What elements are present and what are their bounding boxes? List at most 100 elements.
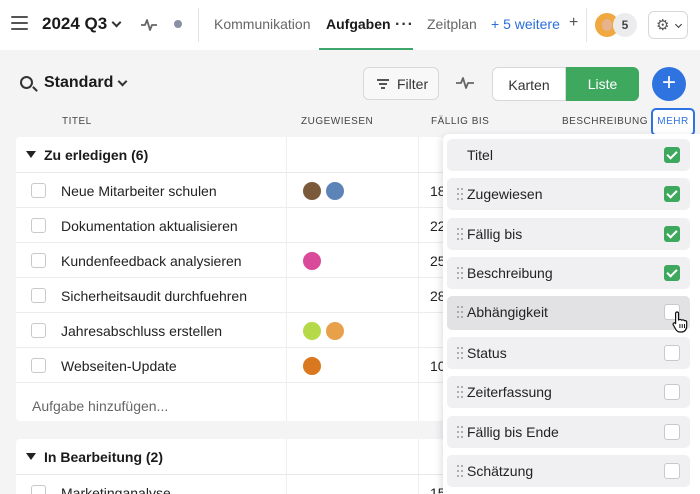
- task-checkbox[interactable]: [31, 288, 46, 303]
- task-checkbox[interactable]: [31, 253, 46, 268]
- column-option-label: Schätzung: [467, 463, 534, 479]
- grip-icon[interactable]: [457, 386, 463, 398]
- settings-button[interactable]: ⚙: [648, 11, 688, 39]
- table-row[interactable]: Sicherheitsaudit durchfuehren 28: [16, 278, 444, 313]
- task-checkbox[interactable]: [31, 323, 46, 338]
- tab-aufgaben[interactable]: Aufgaben: [326, 16, 391, 32]
- member-count-badge[interactable]: 5: [613, 13, 637, 37]
- activity-icon[interactable]: [455, 75, 475, 91]
- filter-button[interactable]: Filter: [363, 67, 439, 100]
- column-header-title[interactable]: TITEL: [62, 116, 92, 127]
- task-group-in-progress: In Bearbeitung (2) Marketinganalyse 15: [16, 439, 444, 494]
- avatar[interactable]: [302, 251, 322, 271]
- add-task-button[interactable]: +: [652, 67, 686, 101]
- column-option-estimate[interactable]: Schätzung: [447, 455, 690, 487]
- avatar[interactable]: [325, 181, 345, 201]
- grip-icon[interactable]: [457, 426, 463, 438]
- more-columns-button[interactable]: MEHR: [651, 108, 695, 136]
- group-title: Zu erledigen (6): [44, 147, 149, 163]
- column-option-label: Zeiterfassung: [467, 384, 552, 400]
- column-option-description[interactable]: Beschreibung: [447, 257, 690, 289]
- column-header-assigned[interactable]: ZUGEWIESEN: [301, 116, 373, 127]
- column-option-due-end[interactable]: Fällig bis Ende: [447, 416, 690, 448]
- table-row[interactable]: Kundenfeedback analysieren 25: [16, 243, 444, 278]
- column-options-menu: Titel Zugewiesen Fällig bis Beschreibung…: [443, 134, 700, 494]
- group-title: In Bearbeitung (2): [44, 449, 164, 465]
- chevron-down-icon[interactable]: [111, 17, 122, 28]
- task-checkbox[interactable]: [31, 485, 46, 494]
- column-option-time-tracking[interactable]: Zeiterfassung: [447, 376, 690, 408]
- grip-icon[interactable]: [457, 188, 463, 200]
- tab-kommunikation[interactable]: Kommunikation: [214, 16, 311, 32]
- column-option-label: Zugewiesen: [467, 186, 543, 202]
- grip-icon[interactable]: [457, 267, 463, 279]
- group-header[interactable]: Zu erledigen (6): [16, 137, 444, 173]
- project-title[interactable]: 2024 Q3: [42, 14, 107, 34]
- tab-zeitplan[interactable]: Zeitplan: [427, 16, 477, 32]
- column-option-checkbox[interactable]: [664, 424, 680, 440]
- more-tabs-link[interactable]: + 5 weitere: [491, 16, 560, 32]
- task-checkbox[interactable]: [31, 218, 46, 233]
- add-task-link[interactable]: Aufgabe hinzufügen...: [32, 398, 168, 414]
- column-header-due[interactable]: FÄLLIG BIS: [431, 116, 489, 127]
- task-checkbox[interactable]: [31, 358, 46, 373]
- table-row[interactable]: Webseiten-Update 10: [16, 348, 444, 383]
- task-title[interactable]: Kundenfeedback analysieren: [61, 253, 242, 269]
- tab-options-icon[interactable]: ···: [395, 16, 414, 34]
- collapse-triangle-icon[interactable]: [26, 453, 36, 460]
- view-list-button[interactable]: Liste: [566, 67, 639, 101]
- status-dot-icon: [174, 20, 182, 28]
- task-title[interactable]: Dokumentation aktualisieren: [61, 218, 238, 234]
- add-tab-icon[interactable]: +: [569, 14, 578, 32]
- view-title[interactable]: Standard: [44, 74, 113, 92]
- chevron-down-icon[interactable]: [117, 76, 128, 87]
- chevron-down-icon: [674, 20, 683, 29]
- column-option-checkbox[interactable]: [664, 226, 680, 242]
- grip-icon[interactable]: [457, 347, 463, 359]
- avatar[interactable]: [302, 321, 322, 341]
- activity-icon[interactable]: [140, 17, 158, 33]
- task-title[interactable]: Neue Mitarbeiter schulen: [61, 183, 217, 199]
- grip-icon[interactable]: [457, 228, 463, 240]
- column-option-checkbox[interactable]: [664, 265, 680, 281]
- task-due-date[interactable]: 25: [430, 253, 444, 269]
- task-checkbox[interactable]: [31, 183, 46, 198]
- column-option-checkbox[interactable]: [664, 463, 680, 479]
- divider: [586, 8, 587, 42]
- avatar[interactable]: [302, 181, 322, 201]
- menu-icon[interactable]: [11, 16, 28, 30]
- task-due-date[interactable]: 22: [430, 218, 444, 234]
- grip-icon[interactable]: [457, 465, 463, 477]
- task-title[interactable]: Sicherheitsaudit durchfuehren: [61, 288, 247, 304]
- task-title[interactable]: Marketinganalyse: [61, 485, 171, 494]
- grip-icon[interactable]: [457, 306, 463, 318]
- task-due-date[interactable]: 10: [430, 358, 444, 374]
- task-title[interactable]: Jahresabschluss erstellen: [61, 323, 222, 339]
- group-header[interactable]: In Bearbeitung (2): [16, 439, 444, 475]
- table-row[interactable]: Neue Mitarbeiter schulen 18: [16, 173, 444, 208]
- column-option-due[interactable]: Fällig bis: [447, 218, 690, 250]
- task-due-date[interactable]: 28: [430, 288, 444, 304]
- column-option-status[interactable]: Status: [447, 337, 690, 369]
- task-due-date[interactable]: 15: [430, 485, 444, 494]
- table-row[interactable]: Jahresabschluss erstellen: [16, 313, 444, 348]
- collapse-triangle-icon[interactable]: [26, 151, 36, 158]
- column-option-checkbox[interactable]: [664, 147, 680, 163]
- column-option-assigned[interactable]: Zugewiesen: [447, 178, 690, 210]
- column-option-checkbox[interactable]: [664, 345, 680, 361]
- table-row[interactable]: Marketinganalyse 15: [16, 475, 444, 494]
- column-option-checkbox[interactable]: [664, 186, 680, 202]
- view-cards-button[interactable]: Karten: [492, 67, 566, 101]
- column-option-dependency[interactable]: Abhängigkeit: [447, 296, 690, 330]
- avatar[interactable]: [302, 356, 322, 376]
- avatar[interactable]: [325, 321, 345, 341]
- add-task-row[interactable]: Aufgabe hinzufügen...: [16, 383, 444, 421]
- column-option-title[interactable]: Titel: [447, 139, 690, 171]
- task-title[interactable]: Webseiten-Update: [61, 358, 177, 374]
- table-row[interactable]: Dokumentation aktualisieren 22: [16, 208, 444, 243]
- column-option-label: Fällig bis Ende: [467, 424, 559, 440]
- column-option-checkbox[interactable]: [664, 384, 680, 400]
- task-due-date[interactable]: 18: [430, 183, 444, 199]
- search-icon[interactable]: [20, 76, 33, 89]
- column-header-description[interactable]: BESCHREIBUNG: [562, 116, 648, 127]
